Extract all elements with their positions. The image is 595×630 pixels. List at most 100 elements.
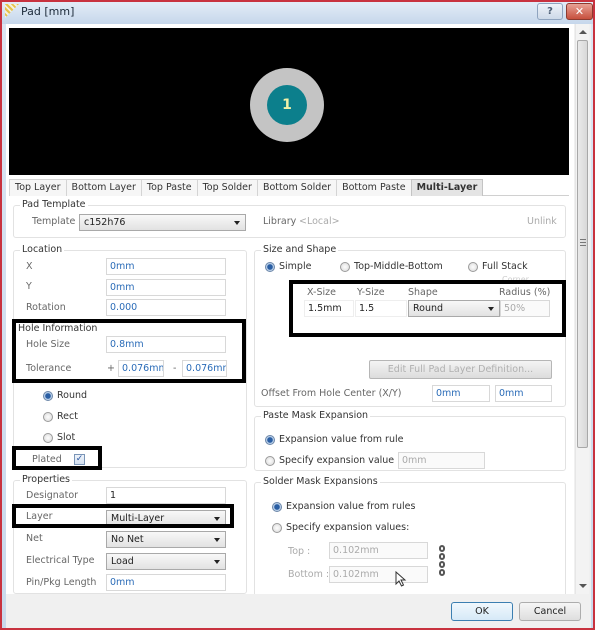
- shape-value: Round: [413, 303, 444, 314]
- pad-designator-label: 1: [282, 97, 292, 113]
- pad-template-heading: Pad Template: [20, 199, 88, 210]
- window-title: Pad [mm]: [21, 5, 75, 18]
- tab-bottom-layer[interactable]: Bottom Layer: [65, 179, 142, 196]
- radius-header: Radius (%): [499, 287, 551, 298]
- tab-bottom-solder[interactable]: Bottom Solder: [256, 179, 338, 196]
- solder-from-rules-radio[interactable]: [272, 502, 282, 512]
- paste-specify-label: Specify expansion value: [279, 455, 395, 466]
- solder-top-label: Top :: [288, 546, 311, 557]
- x-input[interactable]: 0mm: [106, 258, 226, 275]
- hole-size-input[interactable]: 0.8mm: [106, 336, 226, 353]
- designator-label: Designator: [26, 490, 79, 501]
- location-heading: Location: [20, 244, 65, 255]
- hole-shape-slot-radio[interactable]: [43, 433, 53, 443]
- designator-input[interactable]: 1: [106, 487, 226, 504]
- help-button[interactable]: ?: [537, 3, 563, 20]
- hole-shape-round-radio[interactable]: [43, 391, 53, 401]
- edit-full-pad-layer-button[interactable]: Edit Full Pad Layer Definition...: [369, 360, 552, 379]
- offset-label: Offset From Hole Center (X/Y): [261, 388, 402, 399]
- x-label: X: [26, 261, 33, 272]
- pad-copper: 1: [250, 68, 324, 142]
- tab-top-solder[interactable]: Top Solder: [196, 179, 258, 196]
- solder-bottom-input[interactable]: 0.102mm: [329, 566, 428, 583]
- net-value: No Net: [111, 534, 144, 545]
- offset-x-input[interactable]: 0mm: [432, 385, 490, 402]
- pin-pkg-length-input[interactable]: 0mm: [106, 574, 226, 591]
- shape-header: Shape: [408, 287, 438, 298]
- paste-expansion-input[interactable]: 0mm: [398, 452, 485, 469]
- mode-simple-label: Simple: [279, 261, 312, 272]
- tolerance-plus-sign: +: [107, 363, 115, 374]
- paste-specify-radio[interactable]: [265, 456, 275, 466]
- layer-select[interactable]: Multi-Layer: [106, 510, 226, 527]
- template-label: Template: [32, 216, 76, 227]
- template-value: c152h76: [84, 217, 126, 228]
- dialog-client: 1 Top Layer Bottom Layer Top Paste Top S…: [6, 24, 591, 628]
- shape-select[interactable]: Round: [408, 300, 500, 317]
- app-icon: [5, 4, 19, 18]
- template-select[interactable]: c152h76: [79, 214, 246, 231]
- tolerance-minus-sign: -: [173, 363, 177, 374]
- y-size-input[interactable]: 1.5: [355, 300, 407, 317]
- layer-value: Multi-Layer: [111, 513, 165, 524]
- mode-top-middle-bottom-label: Top-Middle-Bottom: [354, 261, 443, 272]
- ok-button[interactable]: OK: [451, 602, 513, 621]
- net-label: Net: [26, 533, 43, 544]
- chevron-down-icon: [214, 517, 220, 521]
- tab-multi-layer[interactable]: Multi-Layer: [410, 179, 484, 196]
- mode-simple-radio[interactable]: [265, 262, 275, 272]
- tab-bottom-paste[interactable]: Bottom Paste: [336, 179, 412, 196]
- solder-top-input[interactable]: 0.102mm: [329, 542, 428, 559]
- library-value: <Local>: [299, 216, 340, 227]
- solder-specify-label: Specify expansion values:: [286, 522, 410, 533]
- size-and-shape-group: Size and Shape Simple Top-Middle-Bottom …: [254, 244, 566, 407]
- paste-from-rule-radio[interactable]: [265, 435, 275, 445]
- close-button[interactable]: ✕: [566, 3, 593, 20]
- hole-information-heading: Hole Information: [18, 323, 98, 334]
- paste-mask-heading: Paste Mask Expansion: [261, 410, 371, 421]
- solder-from-rules-label: Expansion value from rules: [286, 501, 416, 512]
- pad-hole: 1: [267, 85, 307, 125]
- solder-bottom-label: Bottom :: [288, 569, 330, 580]
- pad-preview: 1: [9, 28, 569, 175]
- tolerance-minus-input[interactable]: 0.076mm: [182, 360, 227, 377]
- plated-checkbox[interactable]: ✓: [74, 454, 85, 465]
- scroll-area: 1 Top Layer Bottom Layer Top Paste Top S…: [6, 24, 574, 594]
- y-input[interactable]: 0mm: [106, 279, 226, 296]
- scroll-down-icon[interactable]: [579, 584, 587, 588]
- tolerance-plus-input[interactable]: 0.076mm: [118, 360, 164, 377]
- chevron-down-icon: [214, 538, 220, 542]
- paste-mask-group: Paste Mask Expansion Expansion value fro…: [254, 410, 566, 471]
- electrical-type-select[interactable]: Load: [106, 553, 226, 570]
- scroll-up-icon[interactable]: [579, 30, 587, 34]
- tab-top-layer[interactable]: Top Layer: [9, 179, 67, 196]
- offset-y-input[interactable]: 0mm: [495, 385, 552, 402]
- layer-tabs: Top Layer Bottom Layer Top Paste Top Sol…: [9, 179, 569, 196]
- mode-top-middle-bottom-radio[interactable]: [340, 262, 350, 272]
- link-chain-icon[interactable]: [439, 545, 445, 579]
- solder-mask-heading: Solder Mask Expansions: [261, 476, 380, 487]
- hole-shape-rect-label: Rect: [57, 411, 78, 422]
- x-size-input[interactable]: 1.5mm: [304, 300, 354, 317]
- electrical-type-value: Load: [111, 556, 134, 567]
- unlink-button[interactable]: Unlink: [527, 216, 557, 227]
- location-group: Location X 0mm Y 0mm Rotation 0.000 Hole…: [13, 244, 247, 468]
- hole-shape-rect-radio[interactable]: [43, 412, 53, 422]
- electrical-type-label: Electrical Type: [26, 555, 95, 566]
- y-size-header: Y-Size: [357, 287, 385, 298]
- cancel-button[interactable]: Cancel: [519, 602, 581, 621]
- radius-input[interactable]: 50%: [500, 300, 550, 317]
- rotation-label: Rotation: [26, 302, 66, 313]
- tab-top-paste[interactable]: Top Paste: [140, 179, 198, 196]
- mode-full-stack-radio[interactable]: [468, 262, 478, 272]
- size-and-shape-heading: Size and Shape: [261, 244, 339, 255]
- scroll-thumb[interactable]: [577, 40, 588, 448]
- paste-from-rule-label: Expansion value from rule: [279, 434, 404, 445]
- pad-dialog: Pad [mm] ? ✕ 1 Top Layer Bottom Layer To…: [0, 0, 595, 630]
- chevron-down-icon: [214, 560, 220, 564]
- properties-group: Properties Designator 1 Layer Multi-Laye…: [13, 474, 247, 594]
- solder-specify-radio[interactable]: [272, 523, 282, 533]
- net-select[interactable]: No Net: [106, 531, 226, 548]
- rotation-input[interactable]: 0.000: [106, 299, 226, 316]
- vertical-scrollbar[interactable]: [575, 24, 589, 594]
